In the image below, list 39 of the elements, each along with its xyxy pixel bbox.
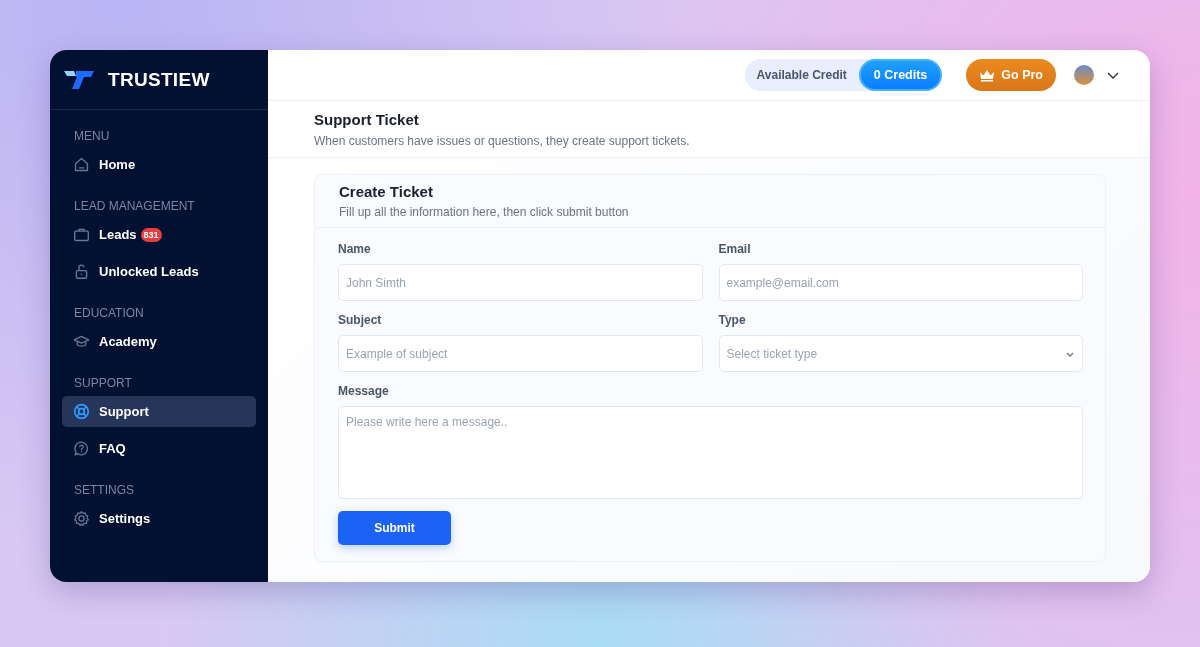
sidebar-item[interactable]: Support (62, 396, 256, 427)
field-label: Subject (338, 313, 383, 327)
sidebar-item[interactable]: Academy (62, 326, 256, 357)
sidebar-item[interactable]: Home (62, 149, 256, 180)
sidebar-item[interactable]: Leads 831 (62, 219, 256, 250)
logo-icon (64, 70, 94, 89)
card-subtitle: Fill up all the information here, then click submit button (339, 205, 630, 219)
nav-section-heading: SUPPORT (73, 375, 133, 392)
input-field[interactable]: Example of subject (338, 335, 703, 372)
field-label: Message (338, 384, 390, 398)
nav-section-heading: LEAD MANAGEMENT (73, 198, 196, 215)
sidebar-item[interactable]: Unlocked Leads (62, 256, 256, 287)
lifebuoy-icon (73, 403, 90, 420)
nav-section-heading: SETTINGS (73, 482, 135, 499)
graduation-cap-icon (73, 333, 90, 350)
crown-icon (979, 68, 996, 82)
field-label: Email (718, 242, 752, 256)
input-field[interactable]: John Simth (338, 264, 703, 301)
field-label: Name (338, 242, 372, 256)
home-icon (73, 156, 90, 173)
page-subtitle: When customers have issues or questions, they create support tickets. (314, 134, 691, 148)
submit-button[interactable]: Submit (338, 511, 451, 545)
briefcase-icon (73, 226, 90, 243)
message-field[interactable]: Please write here a message.. (338, 406, 1083, 499)
brand-name: TRUSTIEW (108, 68, 210, 91)
sidebar-item[interactable]: Settings (62, 503, 256, 534)
card-title: Create Ticket (339, 183, 434, 200)
page-title: Support Ticket (314, 111, 420, 128)
unlocked-lock-icon (73, 263, 90, 280)
count-badge: 831 (140, 227, 162, 242)
avatar[interactable] (1074, 65, 1094, 85)
credit-label: Available Credit (755, 68, 848, 82)
nav-section-heading: EDUCATION (73, 305, 145, 322)
sidebar-item[interactable]: FAQ (62, 433, 256, 464)
input-field[interactable]: example@email.com (718, 264, 1083, 301)
nav-section-heading: MENU (73, 128, 111, 145)
settings-icon (73, 510, 90, 527)
question-bubble-icon (73, 440, 90, 457)
field-label: Type (718, 313, 747, 327)
